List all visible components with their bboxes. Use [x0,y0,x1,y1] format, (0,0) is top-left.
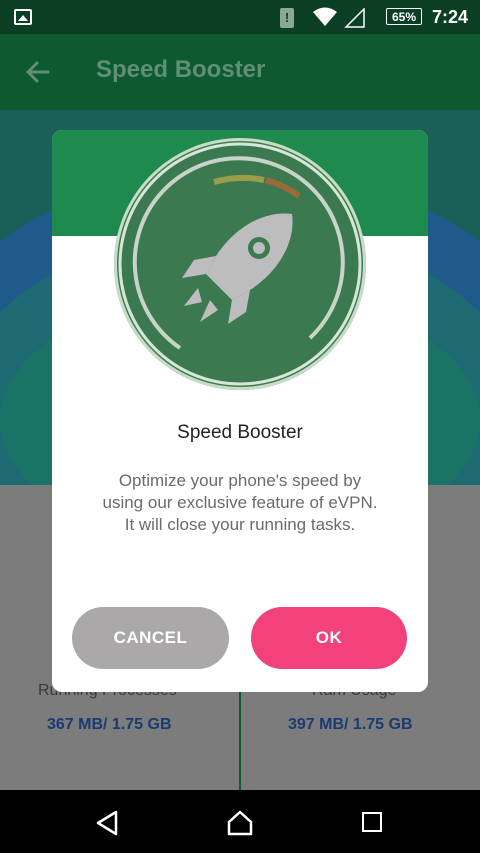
wifi-icon [313,7,337,26]
image-icon [14,9,32,25]
rocket-badge [114,138,366,390]
nav-back-icon[interactable] [94,810,120,836]
navigation-bar [0,790,480,853]
stats-divider [239,685,241,790]
dialog-title: Speed Booster [177,422,303,443]
status-bar: ! 65% 7:24 [0,0,480,34]
arrow-left-icon[interactable] [24,58,52,86]
nav-recent-icon[interactable] [362,812,382,832]
nav-home-icon[interactable] [226,810,254,836]
dialog-message: Optimize your phone's speed by using our… [102,471,378,534]
ok-button[interactable]: OK [251,607,407,669]
status-time: 7:24 [432,7,469,27]
battery-icon: 65% [386,8,422,25]
app-bar: Speed Booster [0,34,480,110]
signal-icon [344,8,365,28]
page-title: Speed Booster [96,56,266,83]
alert-icon: ! [280,8,294,28]
speed-booster-dialog: Speed Booster Optimize your phone's spee… [52,130,428,692]
rocket-icon [118,142,362,386]
cancel-button[interactable]: CANCEL [72,607,229,669]
running-processes-value: 367 MB/ 1.75 GB [47,716,172,733]
ram-usage-value: 397 MB/ 1.75 GB [288,716,413,733]
